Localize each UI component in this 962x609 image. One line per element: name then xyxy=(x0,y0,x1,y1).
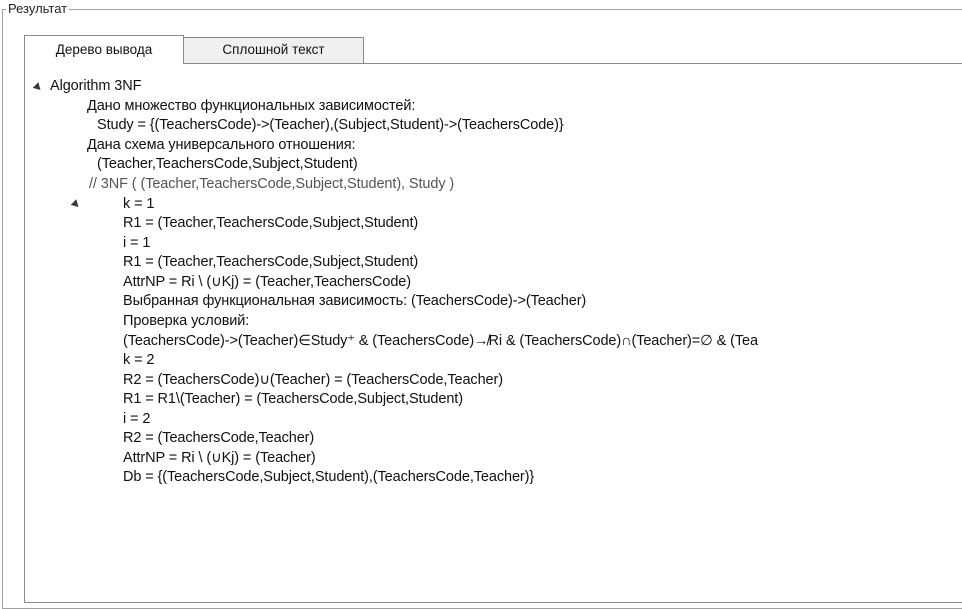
expand-arrow-icon[interactable] xyxy=(32,82,44,93)
tree-node[interactable]: R1 = R1\(Teacher) = (TeachersCode,Subjec… xyxy=(123,390,463,408)
tree-node[interactable]: Db = {(TeachersCode,Subject,Student),(Te… xyxy=(123,468,534,486)
result-group-title: Результат xyxy=(6,1,70,17)
tree-node[interactable]: R1 = (Teacher,TeachersCode,Subject,Stude… xyxy=(123,253,418,271)
tree-node[interactable]: R1 = (Teacher,TeachersCode,Subject,Stude… xyxy=(123,214,418,232)
tree-node[interactable]: Дана схема универсального отношения: xyxy=(87,136,356,154)
tree-node[interactable]: Дано множество функциональных зависимост… xyxy=(87,97,415,115)
tree-node[interactable]: AttrNP = Ri \ (∪Kj) = (Teacher,TeachersC… xyxy=(123,273,411,291)
tab-plain-text[interactable]: Сплошной текст xyxy=(184,37,364,63)
derivation-tree-panel: Algorithm 3NF Дано множество функциональ… xyxy=(24,63,962,603)
tree-node[interactable]: R2 = (TeachersCode)∪(Teacher) = (Teacher… xyxy=(123,371,503,389)
tree-node[interactable]: (TeachersCode)->(Teacher)∈Study⁺ & (Teac… xyxy=(123,332,758,350)
tree-node[interactable]: i = 1 xyxy=(123,234,150,252)
expand-arrow-icon[interactable] xyxy=(70,199,82,210)
tree-node[interactable]: k = 2 xyxy=(123,351,154,369)
tree-node[interactable]: AttrNP = Ri \ (∪Kj) = (Teacher) xyxy=(123,449,316,467)
tree-node[interactable]: Study = {(TeachersCode)->(Teacher),(Subj… xyxy=(97,116,564,134)
tab-derivation-tree[interactable]: Дерево вывода xyxy=(24,35,184,64)
tree-node[interactable]: (Teacher,TeachersCode,Subject,Student) xyxy=(97,155,358,173)
tree-node-3nf-call[interactable]: // 3NF ( (Teacher,TeachersCode,Subject,S… xyxy=(89,175,454,193)
tree-node[interactable]: Проверка условий: xyxy=(123,312,249,330)
tree-node[interactable]: R2 = (TeachersCode,Teacher) xyxy=(123,429,314,447)
tree-node[interactable]: Выбранная функциональная зависимость: (T… xyxy=(123,292,586,310)
tree-node[interactable]: i = 2 xyxy=(123,410,150,428)
tree-node[interactable]: k = 1 xyxy=(123,195,154,213)
tree-root-node[interactable]: Algorithm 3NF xyxy=(50,77,141,95)
